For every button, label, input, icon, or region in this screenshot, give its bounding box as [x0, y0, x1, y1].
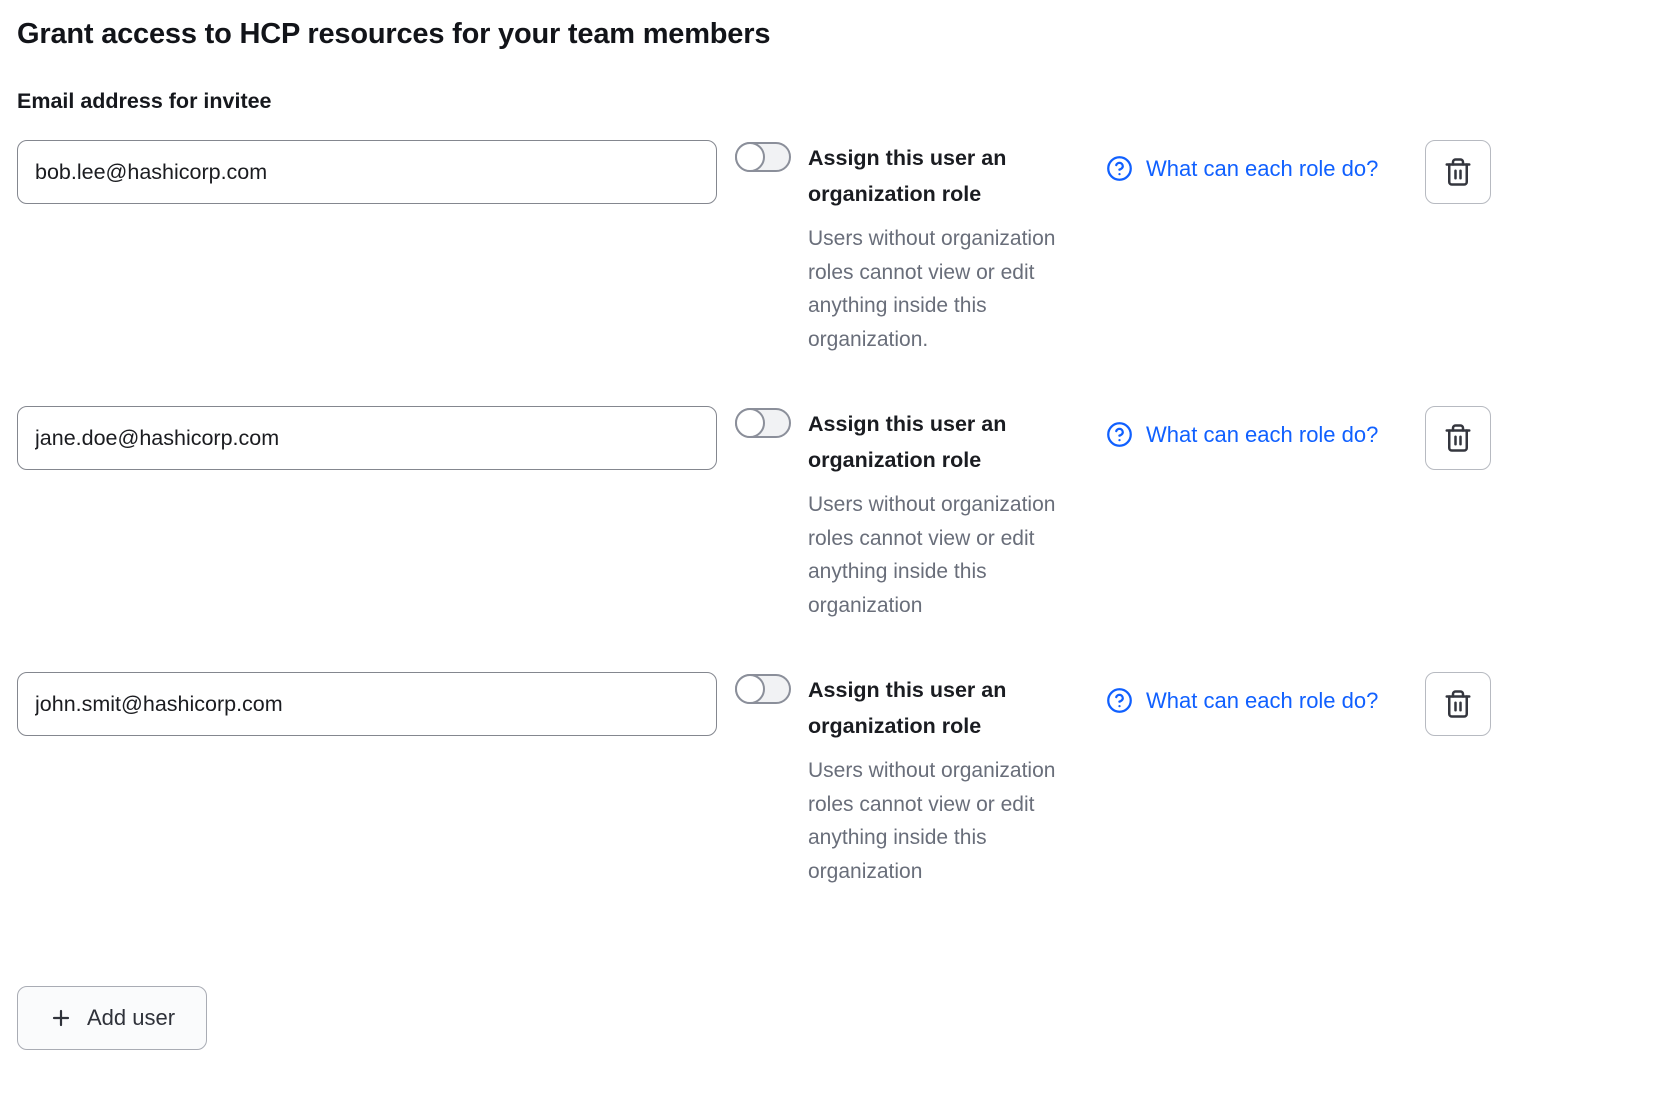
role-description: Assign this user an organization role Us…: [808, 672, 1058, 888]
role-description: Assign this user an organization role Us…: [808, 140, 1058, 356]
trash-icon: [1443, 157, 1473, 187]
role-helper-text: Users without organization roles cannot …: [808, 754, 1058, 888]
assign-role-label: Assign this user an organization role: [808, 406, 1058, 478]
question-circle-icon: [1106, 421, 1133, 448]
assign-role-label: Assign this user an organization role: [808, 672, 1058, 744]
role-description: Assign this user an organization role Us…: [808, 406, 1058, 622]
plus-icon: [49, 1006, 73, 1030]
add-user-button-label: Add user: [87, 1005, 175, 1031]
delete-invitee-button[interactable]: [1425, 406, 1491, 470]
delete-invitee-button[interactable]: [1425, 140, 1491, 204]
page-title: Grant access to HCP resources for your t…: [17, 18, 1672, 51]
question-circle-icon: [1106, 687, 1133, 714]
delete-invitee-button[interactable]: [1425, 672, 1491, 736]
role-helper-text: Users without organization roles cannot …: [808, 488, 1058, 622]
role-helper-text: Users without organization roles cannot …: [808, 222, 1058, 356]
assign-role-toggle[interactable]: [735, 674, 791, 704]
assign-role-toggle[interactable]: [735, 142, 791, 172]
invitee-row: Assign this user an organization role Us…: [17, 406, 1672, 622]
role-help-link-label: What can each role do?: [1146, 156, 1378, 182]
trash-icon: [1443, 689, 1473, 719]
toggle-knob: [735, 408, 765, 438]
trash-icon: [1443, 423, 1473, 453]
assign-role-label: Assign this user an organization role: [808, 140, 1058, 212]
toggle-knob: [735, 142, 765, 172]
email-address-label: Email address for invitee: [17, 89, 1672, 114]
question-circle-icon: [1106, 155, 1133, 182]
email-input[interactable]: [17, 672, 717, 736]
invitee-row: Assign this user an organization role Us…: [17, 140, 1672, 356]
role-help-link[interactable]: What can each role do?: [1106, 421, 1378, 448]
assign-role-toggle[interactable]: [735, 408, 791, 438]
role-help-link[interactable]: What can each role do?: [1106, 155, 1378, 182]
add-user-button[interactable]: Add user: [17, 986, 207, 1050]
role-help-link[interactable]: What can each role do?: [1106, 687, 1378, 714]
email-input[interactable]: [17, 406, 717, 470]
role-help-link-label: What can each role do?: [1146, 688, 1378, 714]
email-input[interactable]: [17, 140, 717, 204]
role-help-link-label: What can each role do?: [1146, 422, 1378, 448]
invitee-row: Assign this user an organization role Us…: [17, 672, 1672, 888]
toggle-knob: [735, 674, 765, 704]
